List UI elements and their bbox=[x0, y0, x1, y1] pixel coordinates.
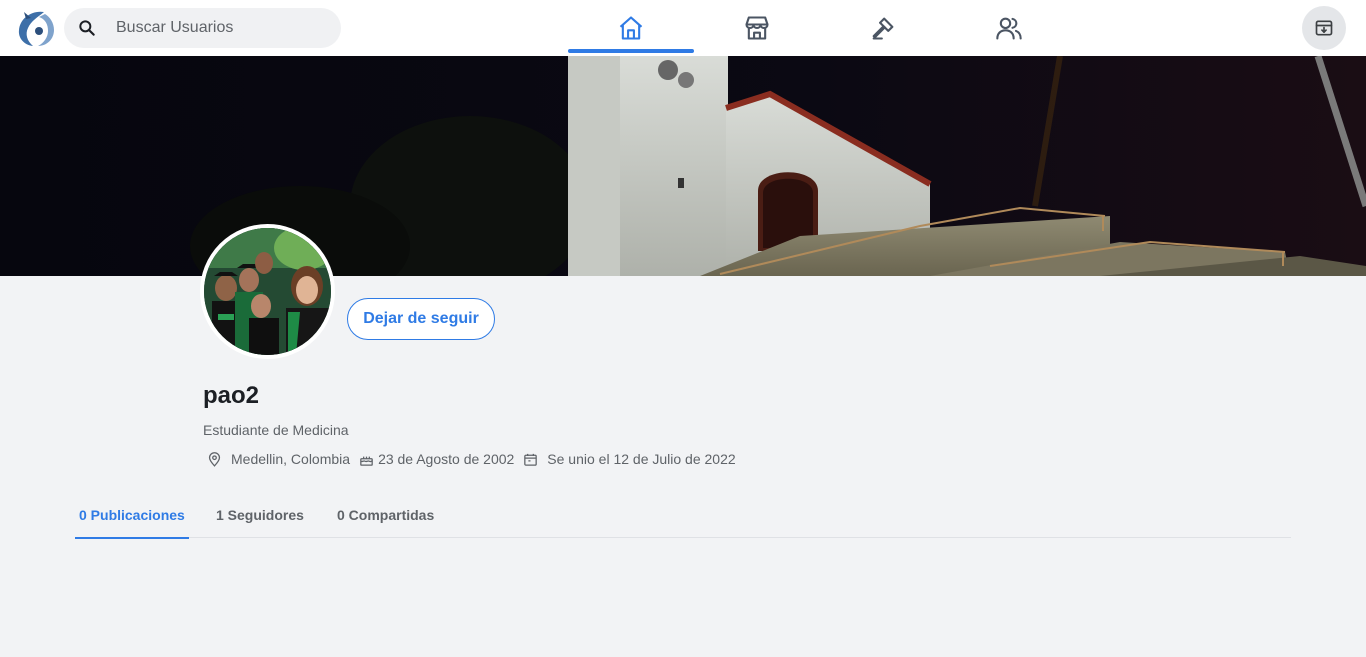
profile-birthday: 23 de Agosto de 2002 bbox=[378, 451, 515, 467]
nav-tab-friends[interactable] bbox=[946, 0, 1072, 56]
tab-publicaciones[interactable]: 0 Publicaciones bbox=[75, 492, 189, 539]
nav-tab-create[interactable] bbox=[820, 0, 946, 56]
cover-image bbox=[0, 56, 1366, 276]
home-icon bbox=[619, 16, 643, 40]
store-icon bbox=[745, 16, 769, 40]
profile-username: pao2 bbox=[203, 382, 260, 409]
hammer-icon bbox=[872, 17, 894, 40]
archive-button[interactable] bbox=[1302, 6, 1346, 50]
location-item: Medellin, Colombia bbox=[206, 451, 350, 468]
profile-location: Medellin, Colombia bbox=[231, 451, 351, 467]
archive-download-icon bbox=[1315, 20, 1333, 36]
profile-joined-date: Se unio el 12 de Julio de 2022 bbox=[547, 451, 736, 467]
birthday-item: 23 de Agosto de 2002 bbox=[358, 451, 514, 468]
cake-icon bbox=[360, 456, 373, 466]
avatar-image bbox=[204, 228, 331, 355]
cover-photo bbox=[0, 56, 1366, 276]
calendar-icon bbox=[524, 453, 538, 466]
profile-tabs: 0 Publicaciones 1 Seguidores 0 Compartid… bbox=[75, 492, 1291, 539]
users-icon bbox=[996, 17, 1022, 40]
unfollow-button[interactable]: Dejar de seguir bbox=[347, 298, 495, 340]
app-logo[interactable] bbox=[14, 8, 58, 48]
joined-item: Se unio el 12 de Julio de 2022 bbox=[522, 451, 736, 468]
search-input[interactable] bbox=[116, 8, 326, 48]
tab-compartidas[interactable]: 0 Compartidas bbox=[337, 492, 434, 538]
location-pin-icon bbox=[208, 451, 221, 467]
nav-tab-store[interactable] bbox=[694, 0, 820, 56]
search-icon bbox=[79, 20, 95, 36]
profile-avatar[interactable] bbox=[200, 224, 335, 359]
top-navigation-bar bbox=[0, 0, 1366, 56]
tab-seguidores[interactable]: 1 Seguidores bbox=[216, 492, 304, 538]
profile-bio: Estudiante de Medicina bbox=[203, 422, 349, 438]
search-bar bbox=[64, 8, 341, 48]
nav-tab-home[interactable] bbox=[568, 0, 694, 56]
profile-meta: Medellin, Colombia 23 de Agosto de 2002 … bbox=[206, 450, 736, 468]
